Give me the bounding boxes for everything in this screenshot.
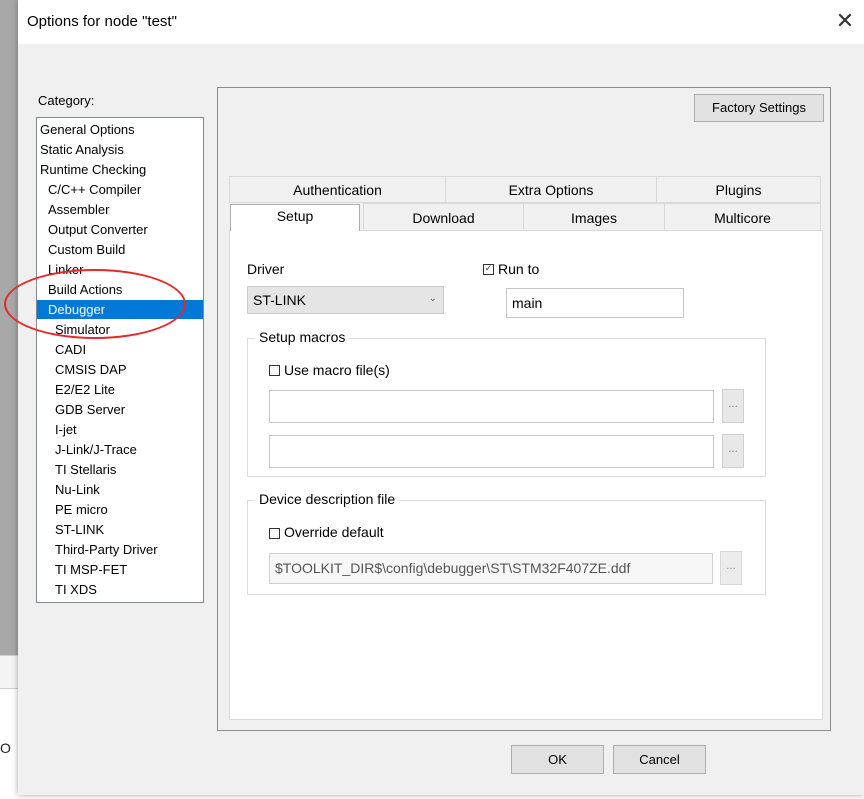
category-item[interactable]: Output Converter (48, 220, 148, 239)
category-item[interactable]: I-jet (55, 420, 77, 439)
category-item[interactable]: Third-Party Driver (55, 540, 158, 559)
category-tree[interactable]: General Options Static Analysis Runtime Ch… (36, 117, 204, 603)
category-item[interactable]: Simulator (55, 320, 110, 339)
category-item[interactable]: Nu-Link (55, 480, 100, 499)
driver-value: ST-LINK (253, 292, 306, 308)
use-macro-label: Use macro file(s) (284, 362, 390, 378)
close-icon[interactable]: ✕ (826, 0, 864, 44)
dialog-title: Options for node "test" (27, 13, 177, 30)
category-item[interactable]: Runtime Checking (40, 160, 146, 179)
driver-select[interactable]: ST-LINK ⌄ (247, 286, 444, 314)
macro-browse-button-2[interactable]: ... (722, 434, 744, 468)
setup-macros-title: Setup macros (255, 329, 350, 345)
category-item[interactable]: Linker (48, 260, 83, 279)
run-to-field[interactable]: main (506, 288, 684, 318)
category-item[interactable]: C/C++ Compiler (48, 180, 141, 199)
category-item[interactable]: Build Actions (48, 280, 122, 299)
category-item[interactable]: Debugger (37, 300, 203, 319)
override-default-checkbox[interactable] (269, 528, 280, 539)
tab-authentication[interactable]: Authentication (229, 176, 446, 203)
macro-file-field-2[interactable] (269, 435, 714, 468)
tab-multicore[interactable]: Multicore (664, 203, 821, 231)
category-item[interactable]: Static Analysis (40, 140, 124, 159)
device-browse-button: ... (720, 551, 742, 585)
driver-label: Driver (247, 261, 285, 277)
use-macro-checkbox[interactable] (269, 365, 280, 376)
category-item[interactable]: TI XDS (55, 580, 97, 599)
cancel-button[interactable]: Cancel (613, 745, 706, 774)
category-item[interactable]: Custom Build (48, 240, 125, 259)
factory-settings-button[interactable]: Factory Settings (694, 94, 824, 122)
run-to-label: Run to (498, 261, 540, 277)
background-text-fragment: O (0, 740, 11, 756)
category-item[interactable]: CADI (55, 340, 86, 359)
device-description-title: Device description file (255, 491, 400, 507)
background-window (0, 0, 18, 655)
category-item[interactable]: GDB Server (55, 400, 125, 419)
category-item[interactable]: CMSIS DAP (55, 360, 127, 379)
override-default-label: Override default (284, 524, 384, 540)
category-item[interactable]: TI MSP-FET (55, 560, 127, 579)
category-item[interactable]: General Options (40, 120, 135, 139)
background-panel (0, 655, 18, 689)
category-item[interactable]: E2/E2 Lite (55, 380, 115, 399)
tab-setup[interactable]: Setup (230, 204, 360, 231)
category-label: Category: (38, 93, 95, 108)
category-item[interactable]: PE micro (55, 500, 108, 519)
device-path-value: $TOOLKIT_DIR$\config\debugger\ST\STM32F4… (275, 560, 631, 576)
ok-button[interactable]: OK (511, 745, 604, 774)
category-item[interactable]: TI Stellaris (55, 460, 116, 479)
device-path-field: $TOOLKIT_DIR$\config\debugger\ST\STM32F4… (269, 553, 713, 584)
category-item[interactable]: ST-LINK (55, 520, 104, 539)
tab-extra-options[interactable]: Extra Options (445, 176, 657, 203)
category-item[interactable]: Assembler (48, 200, 109, 219)
category-item[interactable]: J-Link/J-Trace (55, 440, 137, 459)
title-bar: Options for node "test" ✕ (18, 0, 864, 44)
run-to-checkbox[interactable]: ✓ (483, 264, 494, 275)
macro-browse-button-1[interactable]: ... (722, 389, 744, 423)
chevron-down-icon: ⌄ (428, 293, 437, 304)
macro-file-field-1[interactable] (269, 390, 714, 423)
options-dialog: Options for node "test" ✕ Category: Gene… (4, 0, 864, 795)
tab-images[interactable]: Images (523, 203, 665, 231)
tab-download[interactable]: Download (363, 203, 524, 231)
category-item-label: Debugger (48, 302, 106, 317)
run-to-value: main (512, 295, 543, 311)
tab-plugins[interactable]: Plugins (656, 176, 821, 203)
